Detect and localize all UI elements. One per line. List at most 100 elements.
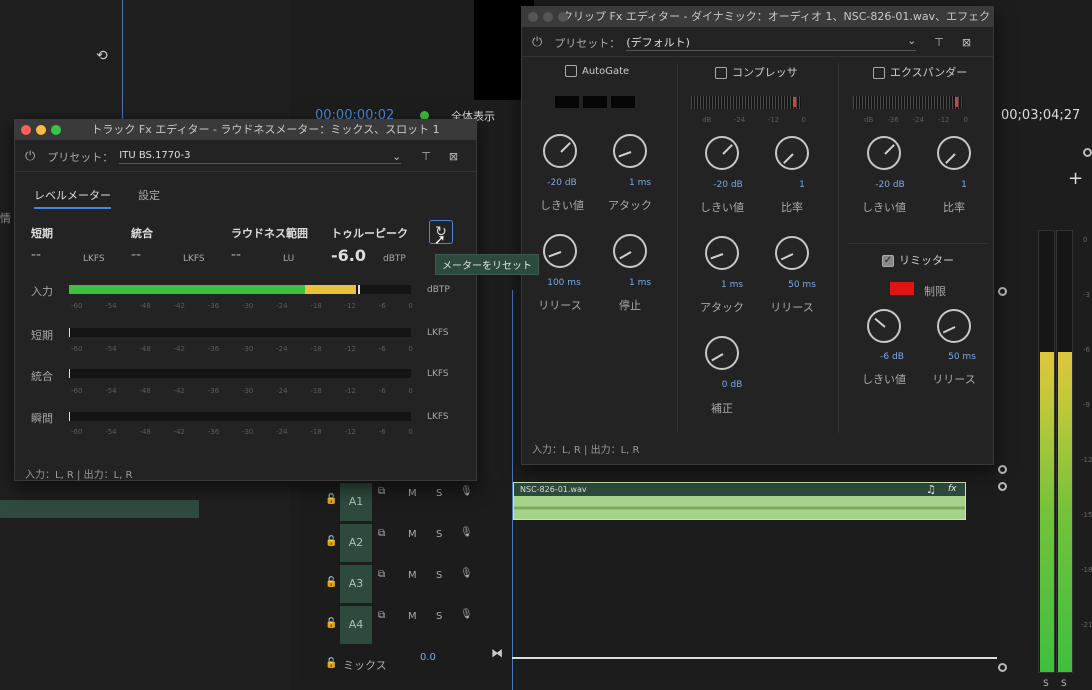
gate-threshold-value[interactable]: -20 dB <box>522 178 602 188</box>
lock-icon[interactable]: 🔓 <box>325 494 337 505</box>
mic-icon[interactable]: 🎙 <box>460 486 473 497</box>
autogate-checkbox[interactable] <box>565 65 577 77</box>
zoom-button[interactable] <box>558 12 568 22</box>
tab-level-meter[interactable]: レベルメーター <box>34 187 111 209</box>
comp-makeup-knob[interactable] <box>705 336 739 370</box>
expander-scale: dB -36 -24 -12 0 <box>864 116 968 124</box>
compressor-checkbox[interactable] <box>715 67 727 79</box>
mute-button[interactable]: M <box>408 570 417 581</box>
lim-threshold-knob[interactable] <box>867 309 901 343</box>
mute-button[interactable]: M <box>408 488 417 499</box>
scroll-handle[interactable] <box>998 482 1007 491</box>
gate-release-knob[interactable] <box>543 234 577 268</box>
scroll-handle[interactable] <box>998 287 1007 296</box>
to-end-icon[interactable]: ⧓ <box>491 646 503 660</box>
selected-row <box>0 500 199 518</box>
divider <box>838 63 839 433</box>
track-fx-title-bar[interactable]: トラック Fx エディター - ラウドネスメーター：ミックス、スロット 1 <box>15 120 476 140</box>
mute-button[interactable]: M <box>408 529 417 540</box>
minimize-button[interactable] <box>543 12 553 22</box>
sync-icon[interactable]: ⧉ <box>378 486 385 497</box>
lock-icon[interactable]: 🔓 <box>325 618 337 629</box>
true-peak-unit: dBTP <box>383 254 406 264</box>
comp-makeup-value[interactable]: 0 dB <box>692 380 772 390</box>
exp-ratio-knob[interactable] <box>937 136 971 170</box>
comp-release-value[interactable]: 50 ms <box>762 280 842 290</box>
gate-release-value[interactable]: 100 ms <box>524 278 604 288</box>
track-label-a1[interactable]: A1 <box>340 483 372 521</box>
comp-ratio-value[interactable]: 1 <box>762 180 842 190</box>
compressor-toggle[interactable]: コンプレッサ <box>715 64 798 80</box>
track-label-a4[interactable]: A4 <box>340 606 372 644</box>
meter-input-unit: dBTP <box>427 285 450 295</box>
minimize-button[interactable] <box>36 125 46 135</box>
gate-threshold-knob[interactable] <box>543 134 577 168</box>
zoom-button[interactable] <box>51 125 61 135</box>
comp-release-knob[interactable] <box>775 236 809 270</box>
comp-attack-knob[interactable] <box>705 236 739 270</box>
meter-integrated-ticks: -60 -54 -48 -42 -36 -30 -24 -18 -12 -6 0 <box>71 387 413 395</box>
lim-threshold-value[interactable]: -6 dB <box>852 352 932 362</box>
expander-meter <box>853 96 963 109</box>
gate-hold-knob[interactable] <box>613 234 647 268</box>
audio-clip[interactable]: NSC-826-01.wav ♫ fx <box>513 482 966 520</box>
scroll-handle[interactable] <box>1083 148 1092 157</box>
meter-input-label: 入力 <box>31 285 53 298</box>
comp-threshold-value[interactable]: -20 dB <box>688 180 768 190</box>
gate-attack-knob[interactable] <box>613 134 647 168</box>
gate-attack-value[interactable]: 1 ms <box>600 178 680 188</box>
vu-solo-left[interactable]: S <box>1043 679 1049 689</box>
fx-icon[interactable]: fx <box>948 484 957 494</box>
solo-button[interactable]: S <box>436 529 442 540</box>
mic-icon[interactable]: 🎙 <box>460 609 473 620</box>
solo-button[interactable]: S <box>436 611 442 622</box>
scroll-handle[interactable] <box>998 663 1007 672</box>
add-track-icon[interactable]: + <box>1068 168 1083 189</box>
scroll-handle[interactable] <box>998 465 1007 474</box>
gate-hold-value[interactable]: 1 ms <box>600 278 680 288</box>
mic-icon[interactable]: 🎙 <box>460 568 473 579</box>
close-panel-icon[interactable]: ⊠ <box>962 36 971 49</box>
limiter-toggle[interactable]: ✓ リミッター <box>882 252 954 268</box>
mic-icon[interactable]: 🎙 <box>460 527 473 538</box>
track-label-a2[interactable]: A2 <box>340 524 372 562</box>
comp-ratio-knob[interactable] <box>775 136 809 170</box>
mute-button[interactable]: M <box>408 611 417 622</box>
lock-icon[interactable]: 🔓 <box>325 577 337 588</box>
exp-ratio-value[interactable]: 1 <box>924 180 1004 190</box>
preset-select[interactable]: (デフォルト) ⌄ <box>626 34 917 51</box>
sync-icon[interactable]: ⧉ <box>378 528 385 539</box>
routing-icon[interactable]: ⊤ <box>934 36 944 49</box>
comp-attack-value[interactable]: 1 ms <box>692 280 772 290</box>
track-label-a3[interactable]: A3 <box>340 565 372 603</box>
vu-fill-right <box>1058 352 1072 672</box>
power-icon[interactable]: ⏻ <box>532 35 542 50</box>
sync-icon[interactable]: ⧉ <box>378 610 385 621</box>
power-icon[interactable]: ⏻ <box>25 149 35 164</box>
limiter-checkbox[interactable]: ✓ <box>882 255 894 267</box>
expander-checkbox[interactable] <box>873 67 885 79</box>
close-panel-icon[interactable]: ⊠ <box>449 150 458 163</box>
gate-led <box>583 96 607 108</box>
solo-button[interactable]: S <box>436 570 442 581</box>
lim-release-knob[interactable] <box>937 309 971 343</box>
lock-icon[interactable]: 🔓 <box>325 536 337 547</box>
tab-settings[interactable]: 設定 <box>138 187 160 203</box>
clip-fx-title-bar[interactable]: クリップ Fx エディター - ダイナミック：オーディオ 1、NSC-826-0… <box>522 7 993 27</box>
routing-icon[interactable]: ⊤ <box>421 150 431 163</box>
undo-icon[interactable]: ⟲ <box>96 48 108 64</box>
lock-icon[interactable]: 🔓 <box>325 658 337 669</box>
comp-threshold-knob[interactable] <box>705 136 739 170</box>
preset-select[interactable]: ITU BS.1770-3 ⌄ <box>119 150 402 164</box>
solo-button[interactable]: S <box>436 488 442 499</box>
exp-threshold-value[interactable]: -20 dB <box>850 180 930 190</box>
autogate-toggle[interactable]: AutoGate <box>565 65 629 77</box>
vu-solo-right[interactable]: S <box>1061 679 1067 689</box>
mix-value[interactable]: 0.0 <box>420 652 436 663</box>
lim-release-value[interactable]: 50 ms <box>922 352 1002 362</box>
close-button[interactable] <box>528 12 538 22</box>
close-button[interactable] <box>21 125 31 135</box>
exp-threshold-knob[interactable] <box>867 136 901 170</box>
expander-toggle[interactable]: エクスパンダー <box>873 64 967 80</box>
sync-icon[interactable]: ⧉ <box>378 569 385 580</box>
